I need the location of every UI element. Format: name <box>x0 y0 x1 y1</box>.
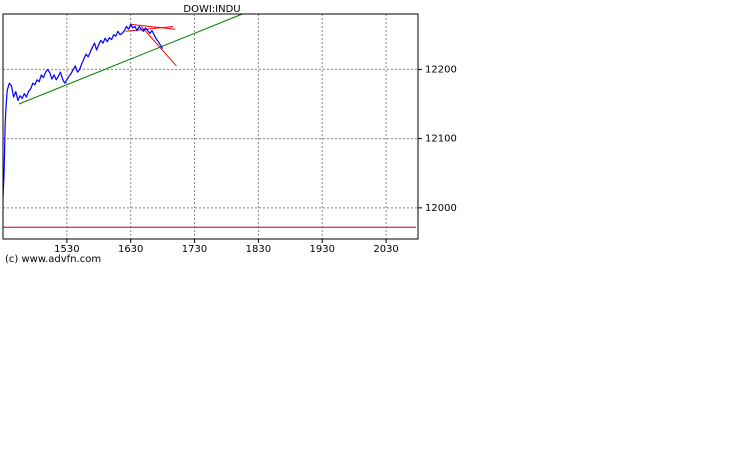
y-tick-label: 12200 <box>425 64 457 75</box>
chart-title: DOWI:INDU <box>183 4 240 15</box>
x-tick-label: 1730 <box>182 244 207 255</box>
x-tick-label: 2030 <box>373 244 398 255</box>
y-tick-label: 12100 <box>425 134 457 145</box>
x-axis-ticks: 1530 1630 1730 1830 1930 2030 <box>54 239 399 255</box>
y-tick-label: 12000 <box>425 203 457 214</box>
y-axis-ticks: 12000 12100 12200 <box>418 64 457 214</box>
plot-frame <box>2 13 419 240</box>
price-line <box>2 23 164 198</box>
x-tick-label: 1830 <box>246 244 271 255</box>
price-series <box>2 23 164 198</box>
chart: DOWI:INDU 1530 1630 1730 1830 1930 2030 12000… <box>2 4 457 265</box>
grid <box>3 14 418 239</box>
trend-line <box>140 26 177 67</box>
x-tick-label: 1930 <box>310 244 335 255</box>
copyright-text: (c) www.advfn.com <box>5 254 101 265</box>
x-tick-label: 1630 <box>118 244 143 255</box>
